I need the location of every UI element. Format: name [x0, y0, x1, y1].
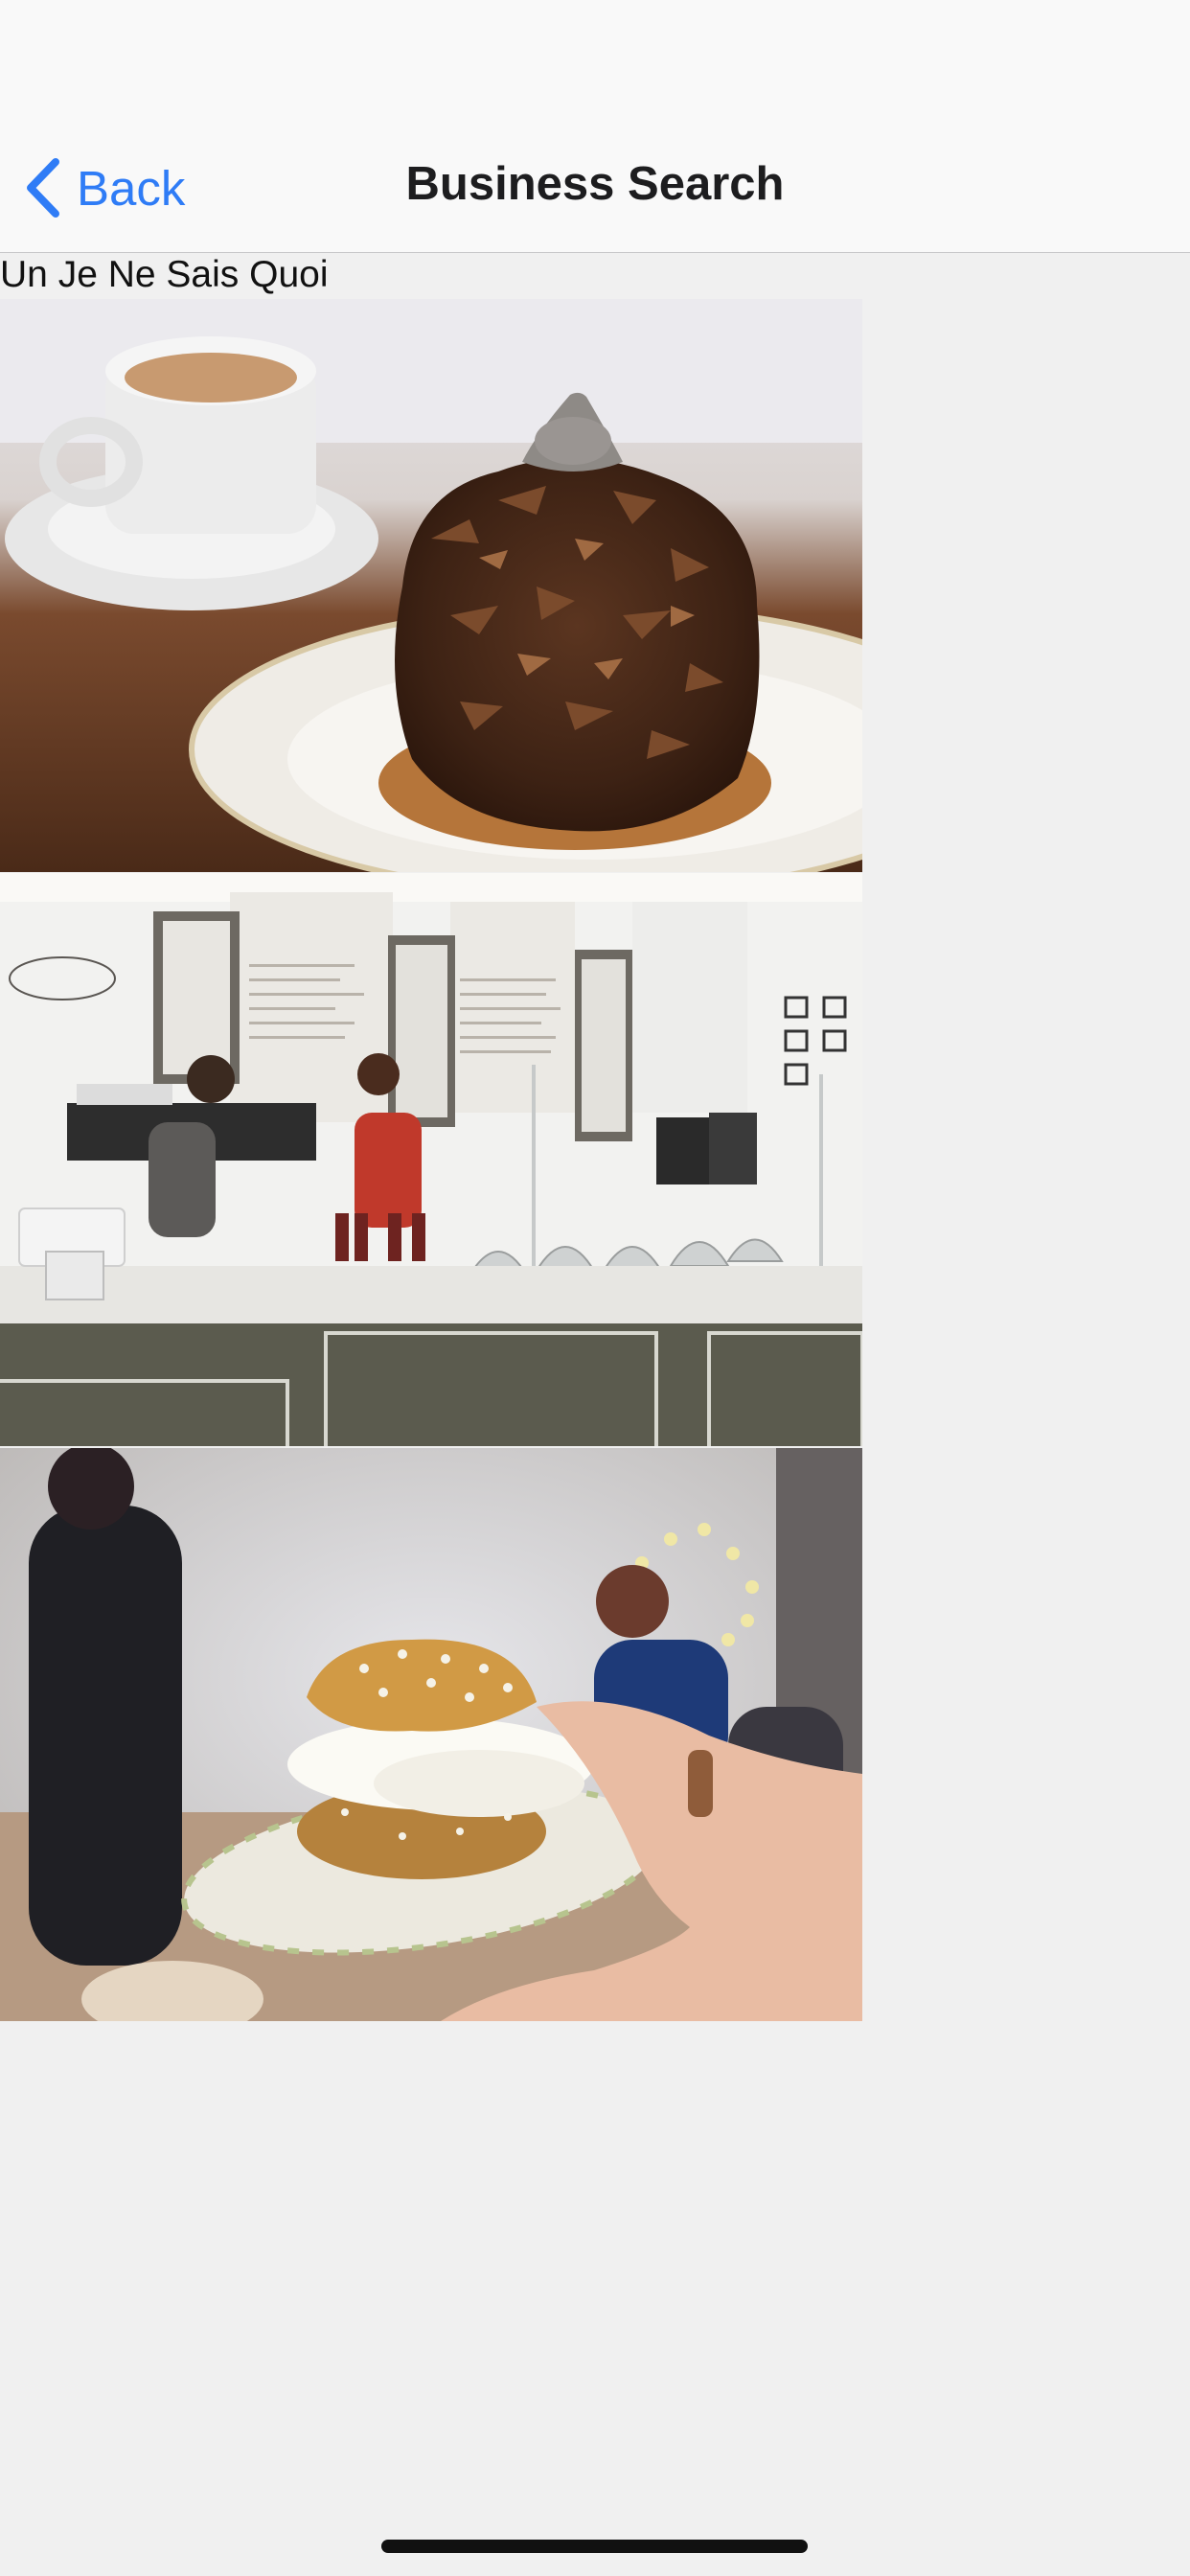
- page-title: Business Search: [405, 158, 785, 210]
- business-name: Un Je Ne Sais Quoi: [0, 254, 329, 295]
- cafe-counter-photo[interactable]: [0, 873, 862, 1446]
- chocolate-pastry-photo[interactable]: [0, 299, 862, 872]
- screen: Back Business Search Un Je Ne Sais Quoi: [0, 0, 1190, 2576]
- navigation-bar: Back Business Search: [0, 0, 1190, 253]
- cream-puff-image: [0, 1448, 862, 2021]
- home-indicator: [381, 2540, 808, 2553]
- cream-puff-photo[interactable]: [0, 1448, 862, 2021]
- chocolate-pastry-image: [0, 299, 862, 872]
- cafe-counter-image: [0, 873, 862, 1446]
